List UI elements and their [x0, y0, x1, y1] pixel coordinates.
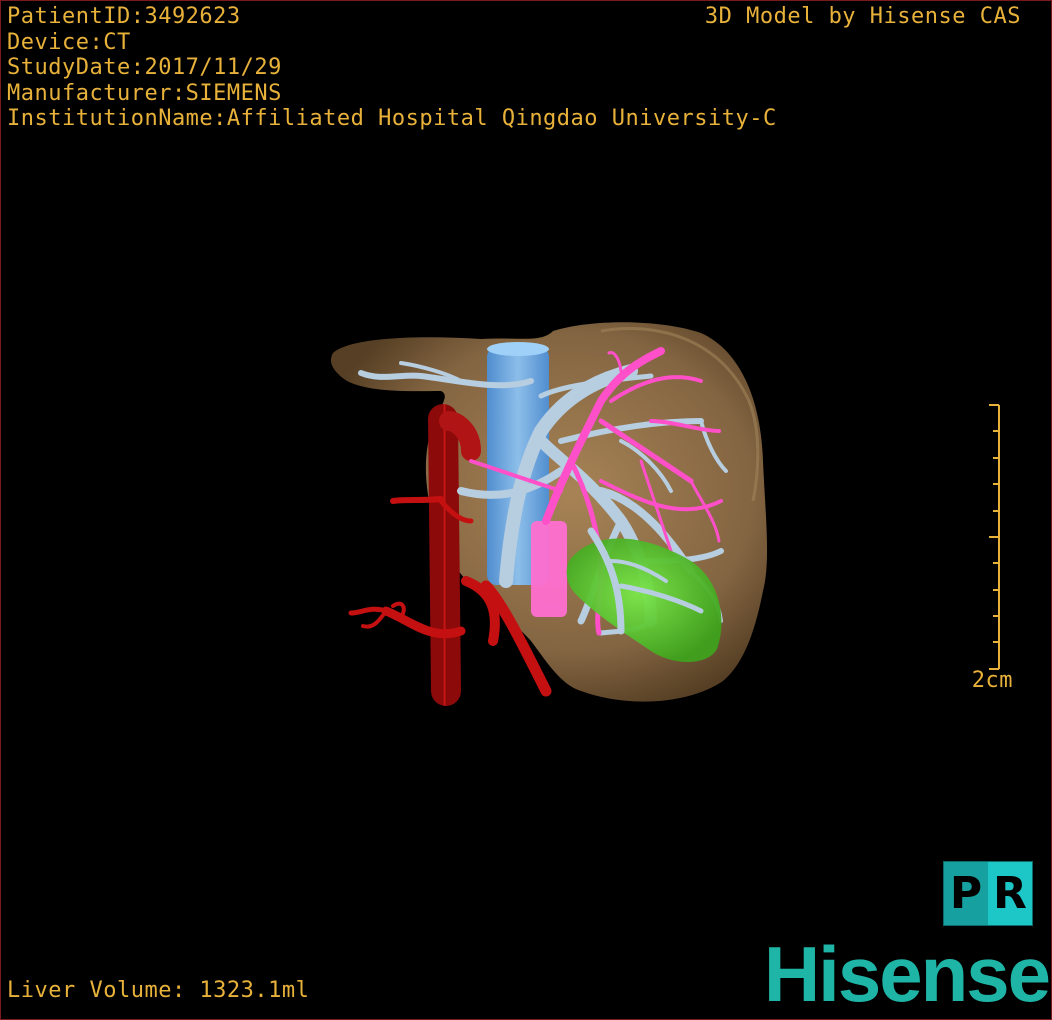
- study-date: StudyDate:2017/11/29: [7, 55, 282, 80]
- institution-name: InstitutionName:Affiliated Hospital Qing…: [7, 106, 777, 131]
- manufacturer: Manufacturer:SIEMENS: [7, 80, 282, 106]
- scale-ruler: [989, 404, 1000, 670]
- scale-label: 2cm: [971, 668, 1013, 693]
- dicom-info-panel: PatientID:3492623 Device:CT StudyDate:2017…: [7, 4, 777, 132]
- device: Device:CT: [7, 29, 131, 55]
- liver-volume-label: Liver Volume: 1323.1ml: [7, 978, 310, 1003]
- product-label: 3D Model by Hisense CAS: [704, 4, 1021, 29]
- 3d-viewport[interactable]: PatientID:3492623 Device:CT StudyDate:2017…: [0, 0, 1052, 1020]
- pr-r-glyph: R: [988, 862, 1032, 925]
- hisense-logo: Hisense: [763, 930, 1051, 1018]
- patient-id: PatientID:3492623: [7, 4, 241, 29]
- pr-mode-button[interactable]: P R: [943, 861, 1033, 926]
- pr-p-glyph: P: [944, 862, 988, 925]
